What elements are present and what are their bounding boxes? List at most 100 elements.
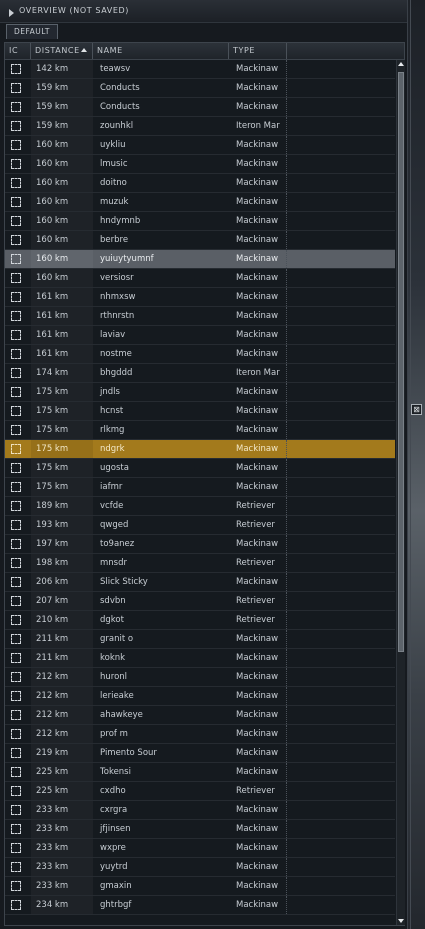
distance-cell: 175 km xyxy=(31,478,93,496)
table-row[interactable]: 160 km lmusic Mackinaw xyxy=(5,155,395,174)
distance-cell: 234 km xyxy=(31,896,93,914)
name-cell: lmusic xyxy=(100,159,128,169)
tab-default[interactable]: DEFAULT xyxy=(6,24,58,39)
scroll-down-icon[interactable] xyxy=(398,919,404,923)
table-row[interactable]: 160 km uykliu Mackinaw xyxy=(5,136,395,155)
distance-cell: 212 km xyxy=(31,687,93,705)
ship-bracket-icon xyxy=(11,140,21,150)
table-row[interactable]: 160 km muzuk Mackinaw xyxy=(5,193,395,212)
table-row[interactable]: 159 km zounhkl Iteron Mar xyxy=(5,117,395,136)
table-row[interactable]: 160 km doitno Mackinaw xyxy=(5,174,395,193)
ship-bracket-icon xyxy=(11,900,21,910)
tab-bar: DEFAULT xyxy=(0,22,407,40)
window-handle-icon[interactable]: ⊠ xyxy=(411,404,422,415)
distance-cell: 197 km xyxy=(31,535,93,553)
table-row[interactable]: 233 km jfjinsen Mackinaw xyxy=(5,820,395,839)
row-icon-cell xyxy=(5,288,31,306)
table-row[interactable]: 160 km yuiuytyumnf Mackinaw xyxy=(5,250,395,269)
ship-bracket-icon xyxy=(11,767,21,777)
table-row[interactable]: 207 km sdvbn Retriever xyxy=(5,592,395,611)
table-row[interactable]: 175 km jndls Mackinaw xyxy=(5,383,395,402)
name-cell: huronl xyxy=(100,672,128,682)
table-row[interactable]: 225 km cxdho Retriever xyxy=(5,782,395,801)
table-row[interactable]: 161 km rthnrstn Mackinaw xyxy=(5,307,395,326)
name-cell: mnsdr xyxy=(100,558,127,568)
name-cell: sdvbn xyxy=(100,596,126,606)
row-icon-cell xyxy=(5,763,31,781)
distance-cell: 219 km xyxy=(31,744,93,762)
table-row[interactable]: 233 km wxpre Mackinaw xyxy=(5,839,395,858)
type-cell: Mackinaw xyxy=(229,383,287,401)
type-cell: Mackinaw xyxy=(229,687,287,705)
name-cell: laviav xyxy=(100,330,126,340)
table-row[interactable]: 161 km nhmxsw Mackinaw xyxy=(5,288,395,307)
table-row[interactable]: 175 km rlkmg Mackinaw xyxy=(5,421,395,440)
table-row[interactable]: 175 km hcnst Mackinaw xyxy=(5,402,395,421)
table-row[interactable]: 160 km hndymnb Mackinaw xyxy=(5,212,395,231)
table-row[interactable]: 197 km to9anez Mackinaw xyxy=(5,535,395,554)
column-header-name[interactable]: NAME xyxy=(93,43,229,59)
table-row[interactable]: 198 km mnsdr Retriever xyxy=(5,554,395,573)
table-row[interactable]: 175 km ndgrk Mackinaw xyxy=(5,440,395,459)
type-cell: Mackinaw xyxy=(229,706,287,724)
table-row[interactable]: 212 km prof m Mackinaw xyxy=(5,725,395,744)
table-row[interactable]: 211 km granit o Mackinaw xyxy=(5,630,395,649)
window-titlebar[interactable]: OVERVIEW (NOT SAVED) xyxy=(0,0,407,23)
distance-cell: 160 km xyxy=(31,174,93,192)
type-cell: Mackinaw xyxy=(229,155,287,173)
ship-bracket-icon xyxy=(11,881,21,891)
table-row[interactable]: 175 km iafmr Mackinaw xyxy=(5,478,395,497)
scrollbar-thumb[interactable] xyxy=(398,72,404,652)
table-row[interactable]: 233 km yuytrd Mackinaw xyxy=(5,858,395,877)
table-row[interactable]: 161 km laviav Mackinaw xyxy=(5,326,395,345)
sort-ascending-icon xyxy=(80,48,87,52)
table-row[interactable]: 159 km Conducts Mackinaw xyxy=(5,98,395,117)
table-row[interactable]: 175 km ugosta Mackinaw xyxy=(5,459,395,478)
type-cell: Mackinaw xyxy=(229,307,287,325)
name-cell: yuytrd xyxy=(100,862,128,872)
table-row[interactable]: 189 km vcfde Retriever xyxy=(5,497,395,516)
table-row[interactable]: 160 km berbre Mackinaw xyxy=(5,231,395,250)
scroll-up-icon[interactable] xyxy=(398,62,404,66)
type-cell: Mackinaw xyxy=(229,98,287,116)
type-cell: Mackinaw xyxy=(229,858,287,876)
vertical-scrollbar[interactable] xyxy=(396,60,405,925)
table-row[interactable]: 142 km teawsv Mackinaw xyxy=(5,60,395,79)
table-row[interactable]: 210 km dgkot Retriever xyxy=(5,611,395,630)
column-header-distance[interactable]: DISTANCE xyxy=(31,43,93,59)
ship-bracket-icon xyxy=(11,444,21,454)
table-row[interactable]: 212 km ahawkeye Mackinaw xyxy=(5,706,395,725)
type-cell: Mackinaw xyxy=(229,326,287,344)
row-icon-cell xyxy=(5,744,31,762)
ship-bracket-icon xyxy=(11,482,21,492)
distance-cell: 159 km xyxy=(31,79,93,97)
table-row[interactable]: 219 km Pimento Sour Mackinaw xyxy=(5,744,395,763)
collapse-triangle-icon[interactable] xyxy=(9,9,14,17)
table-row[interactable]: 212 km huronl Mackinaw xyxy=(5,668,395,687)
table-row[interactable]: 161 km nostme Mackinaw xyxy=(5,345,395,364)
column-header-type[interactable]: TYPE xyxy=(229,43,287,59)
table-row[interactable]: 225 km Tokensi Mackinaw xyxy=(5,763,395,782)
table-row[interactable]: 233 km gmaxin Mackinaw xyxy=(5,877,395,896)
row-icon-cell xyxy=(5,801,31,819)
table-row[interactable]: 159 km Conducts Mackinaw xyxy=(5,79,395,98)
column-header-icon[interactable]: IC xyxy=(5,43,31,59)
table-row[interactable]: 234 km ghtrbgf Mackinaw xyxy=(5,896,395,915)
table-row[interactable]: 233 km cxrgra Mackinaw xyxy=(5,801,395,820)
table-row[interactable]: 212 km lerieake Mackinaw xyxy=(5,687,395,706)
table-row[interactable]: 160 km versiosr Mackinaw xyxy=(5,269,395,288)
distance-cell: 211 km xyxy=(31,649,93,667)
ship-bracket-icon xyxy=(11,596,21,606)
distance-cell: 160 km xyxy=(31,212,93,230)
type-cell: Mackinaw xyxy=(229,288,287,306)
table-row[interactable]: 211 km koknk Mackinaw xyxy=(5,649,395,668)
column-header-icon-label: IC xyxy=(9,46,19,55)
table-row[interactable]: 206 km Slick Sticky Mackinaw xyxy=(5,573,395,592)
type-cell: Retriever xyxy=(229,516,287,534)
name-cell: doitno xyxy=(100,178,127,188)
table-row[interactable]: 174 km bhgddd Iteron Mar xyxy=(5,364,395,383)
ship-bracket-icon xyxy=(11,197,21,207)
table-row[interactable]: 193 km qwged Retriever xyxy=(5,516,395,535)
name-cell: jndls xyxy=(100,387,120,397)
distance-cell: 159 km xyxy=(31,117,93,135)
